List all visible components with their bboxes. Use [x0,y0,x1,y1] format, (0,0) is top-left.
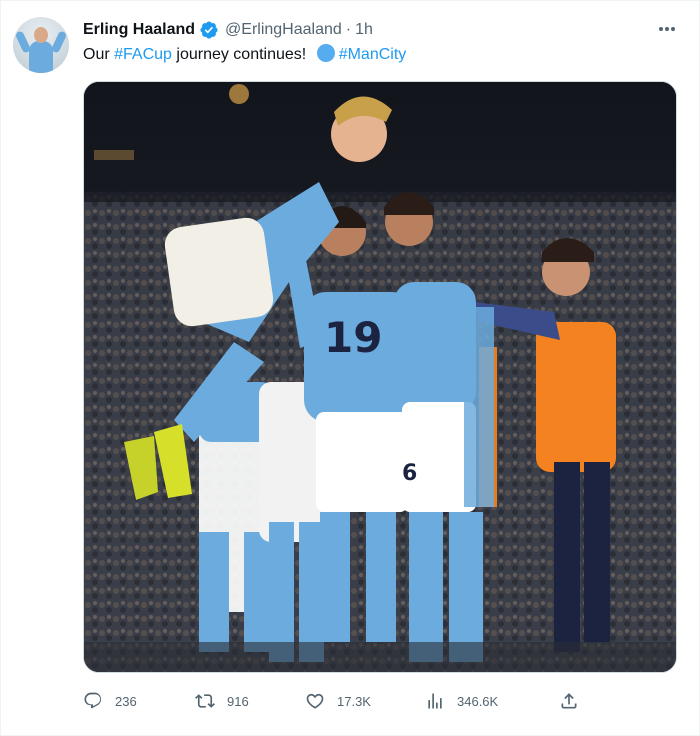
tweet-card[interactable]: Erling Haaland @ErlingHaaland · 1h Our #… [0,0,700,736]
views-button[interactable]: 346.6K [425,687,498,715]
avatar-figure-body [29,41,53,73]
share-button[interactable] [559,687,591,715]
svg-text:19: 19 [324,313,382,362]
more-dot [665,27,669,31]
verified-badge-icon [200,21,218,39]
views-count: 346.6K [457,693,499,709]
like-icon [306,693,324,709]
reply-icon [84,692,102,709]
avatar-figure-arm [50,30,68,54]
separator-dot: · [345,21,352,38]
more-dot [659,27,663,31]
views-icon [428,693,442,709]
tweet-text-part: Our [83,46,115,63]
tweet-photo[interactable]: 19 6 [83,81,677,673]
author-handle[interactable]: @ErlingHaaland [225,21,342,39]
timestamp[interactable]: 1h [355,21,373,39]
more-dot [671,27,675,31]
stadium-light [229,84,249,104]
avatar-figure-head [34,27,48,43]
share-icon [561,693,577,709]
reply-button[interactable]: 236 [83,687,137,715]
author-name[interactable]: Erling Haaland [83,21,195,39]
blue-circle-emoji [316,44,335,62]
like-count: 17.3K [337,693,371,709]
celebration-photo: 19 6 [84,82,676,672]
tweet-text-part: journey continues! [171,46,311,63]
hashtag-mancity[interactable]: #ManCity [339,46,407,63]
like-button[interactable]: 17.3K [305,687,371,715]
reply-count: 236 [115,693,137,709]
tweet-header: Erling Haaland @ErlingHaaland · 1h [83,19,373,41]
svg-text:6: 6 [402,461,417,486]
retweet-icon [195,694,215,708]
tweet-actions: 236 916 17.3K 346.6K [83,687,593,715]
avatar[interactable] [13,17,69,73]
tweet-text: Our #FACup journey continues! #ManCity [83,43,406,67]
retweet-button[interactable]: 916 [195,687,249,715]
retweet-count: 916 [227,693,249,709]
more-horizontal-icon[interactable] [655,19,679,39]
hashtag-facup[interactable]: #FACup [114,46,172,63]
